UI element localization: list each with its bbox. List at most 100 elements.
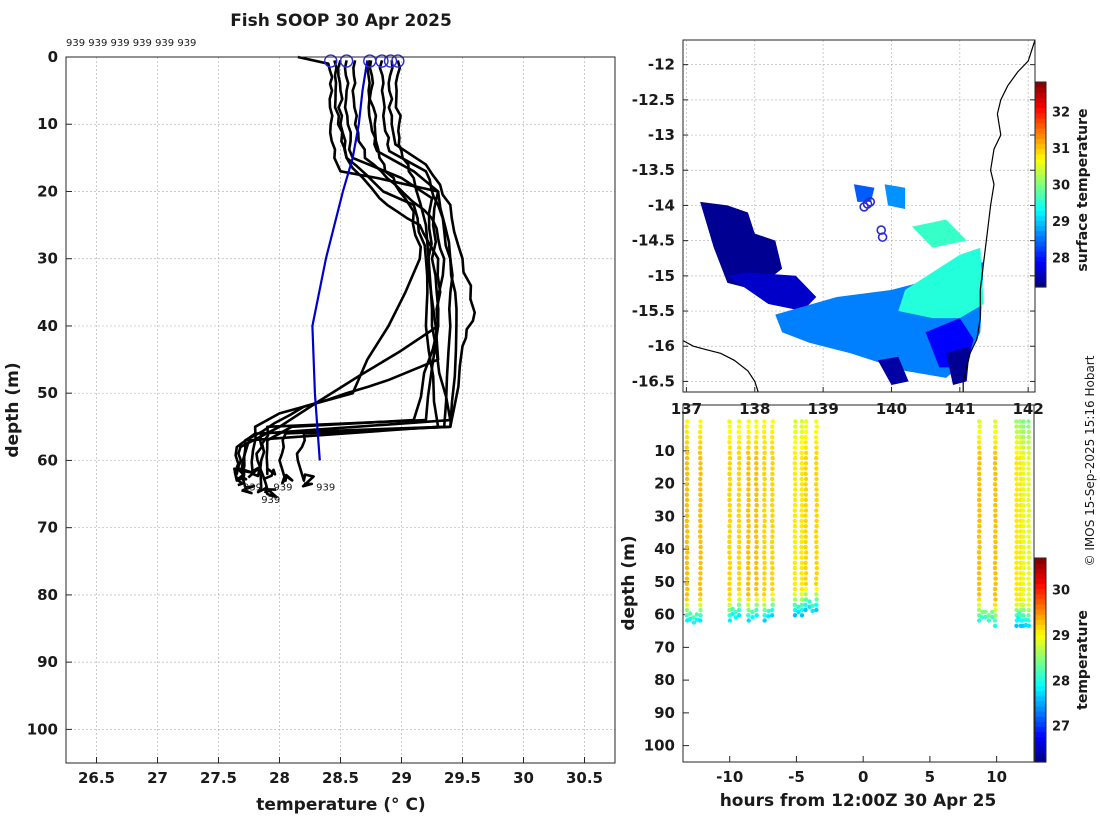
scatter-point — [1014, 424, 1019, 429]
scatter-point — [993, 487, 998, 492]
scatter-point — [1026, 492, 1031, 497]
copyright-note: © IMOS 15-Sep-2025 15:16 Hobart — [1083, 355, 1097, 566]
sst-colorbar-segment — [1035, 128, 1046, 134]
scatter-point — [684, 429, 689, 435]
scatter-point — [799, 613, 805, 618]
scatter-points — [684, 419, 1032, 628]
scatter-point — [814, 445, 819, 450]
scatter-point — [746, 492, 751, 497]
scatter-point — [1026, 508, 1032, 513]
sst-colorbar-tick: 30 — [1052, 179, 1070, 194]
temperature-colorbar-segment — [1035, 614, 1046, 620]
scatter-point — [977, 471, 982, 476]
scatter-point — [736, 529, 742, 534]
scatter-point — [1020, 576, 1026, 581]
scatter-point — [727, 539, 732, 545]
sst-colorbar-segment — [1035, 220, 1046, 227]
scatter-point — [792, 597, 798, 602]
scatter-point — [814, 555, 819, 560]
scatter-point — [754, 560, 759, 566]
scatter-point — [761, 424, 767, 429]
scatter-point — [684, 445, 689, 450]
scatter-point — [803, 607, 808, 613]
temperature-colorbar-segment — [1035, 680, 1046, 687]
scatter-point — [1026, 544, 1031, 550]
sst-colorbar-segment — [1035, 169, 1046, 175]
profile-xtick-label: 27.5 — [200, 769, 237, 787]
scatter-point — [698, 586, 703, 592]
scatter-point — [810, 603, 815, 608]
scatter-point — [799, 487, 804, 492]
scatter-point — [697, 445, 703, 450]
scatter-point — [698, 597, 703, 602]
scatter-point — [746, 576, 751, 581]
scatter-point — [1021, 586, 1026, 592]
scatter-point — [1026, 539, 1032, 545]
profile-xtick-label: 30 — [513, 769, 534, 787]
sst-colorbar-segment — [1035, 107, 1046, 114]
scatter-point — [737, 445, 742, 450]
scatter-point — [746, 497, 751, 503]
scatter-point — [737, 576, 742, 581]
profile-ytick-label: 30 — [37, 250, 58, 268]
scatter-point — [792, 539, 798, 545]
scatter-point — [770, 503, 775, 508]
scatter-point — [762, 602, 767, 607]
scatter-point — [698, 461, 703, 466]
temperature-colorbar-segment — [1035, 639, 1046, 646]
scatter-point — [793, 434, 798, 440]
scatter-point — [746, 487, 751, 492]
scatter-point — [750, 609, 755, 615]
scatter-point — [977, 544, 982, 550]
scatter-point — [736, 602, 742, 607]
scatter-point — [727, 544, 732, 550]
scatter-point — [770, 461, 775, 466]
scatter-point — [1026, 623, 1032, 628]
scatter-point — [737, 539, 742, 545]
scatter-point — [727, 529, 733, 534]
scatter-point — [746, 482, 751, 487]
scatter-point — [770, 455, 775, 461]
map-xtick-label: 141 — [944, 400, 975, 418]
scatter-point — [727, 581, 732, 586]
scatter-point — [727, 508, 732, 513]
scatter-point — [754, 597, 759, 602]
temperature-colorbar-segment — [1035, 695, 1046, 702]
scatter-point — [754, 450, 759, 455]
sst-colorbar-label: surface temperature — [1075, 108, 1091, 271]
scatter-point — [1026, 503, 1031, 508]
scatter-point — [737, 487, 742, 492]
scatter-point — [992, 560, 998, 566]
profile-ylabel: depth (m) — [3, 362, 23, 457]
scatter-point — [746, 571, 751, 576]
scatter-point — [803, 419, 809, 424]
scatter-point — [792, 581, 798, 586]
scatter-point — [814, 492, 819, 497]
scatter-ytick-label: 30 — [654, 507, 675, 525]
scatter-xtick-label: 0 — [858, 768, 868, 786]
scatter-point — [684, 602, 690, 607]
scatter-point — [993, 544, 998, 550]
scatter-ytick-label: 70 — [654, 638, 675, 656]
scatter-point — [803, 455, 809, 461]
scatter-point — [803, 586, 809, 592]
scatter-point — [799, 555, 804, 560]
scatter-ytick-label: 100 — [644, 737, 675, 755]
scatter-ytick-label: 90 — [654, 704, 675, 722]
sst-colorbar-segment — [1035, 82, 1046, 88]
scatter-point — [1026, 419, 1031, 424]
scatter-point — [754, 487, 759, 492]
scatter-point — [1021, 450, 1026, 455]
scatter-point — [684, 607, 690, 613]
scatter-point — [684, 524, 689, 529]
scatter-point — [1026, 586, 1032, 592]
scatter-point — [746, 424, 751, 429]
scatter-point — [754, 445, 759, 450]
scatter-point — [762, 434, 767, 440]
scatter-point — [754, 492, 759, 497]
map-ytick-label: -12.5 — [632, 91, 675, 109]
scatter-point — [770, 555, 775, 560]
scatter-point — [803, 466, 808, 471]
scatter-point — [814, 560, 819, 566]
scatter-point — [1026, 550, 1032, 555]
